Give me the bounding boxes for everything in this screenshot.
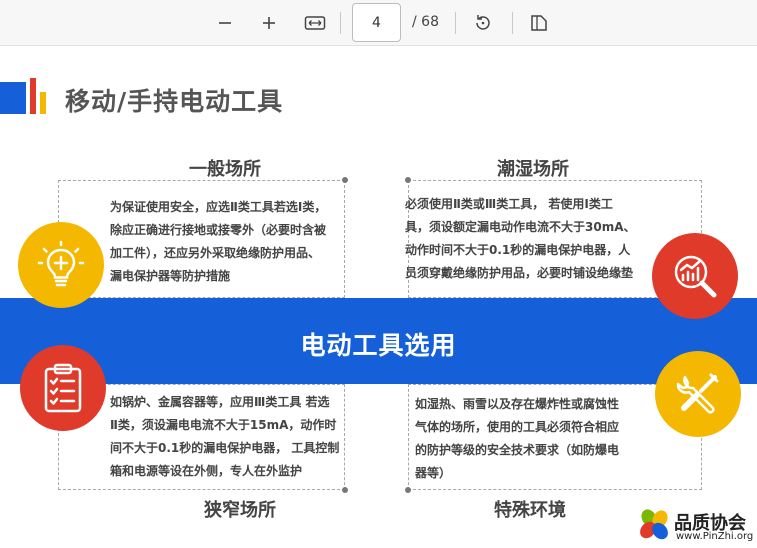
narrow-text: 如锅炉、金属容器等，应用Ⅲ类工具 若选 Ⅱ类，须设漏电电流不大于15mA，动作时… <box>110 395 340 478</box>
checklist-icon <box>44 363 82 413</box>
minus-icon <box>219 22 231 24</box>
page-view-icon <box>531 15 547 31</box>
humid-text: 必须使用Ⅱ类或Ⅲ类工具， 若使用Ⅰ类工 具，须设额定漏电动作电流不大于30mA、… <box>405 197 636 280</box>
connector-dot <box>405 487 411 493</box>
fit-width-button[interactable] <box>300 8 330 38</box>
zoom-in-button[interactable] <box>254 8 284 38</box>
connector-dot <box>342 487 348 493</box>
plus-icon <box>263 17 275 29</box>
pdf-toolbar: / 68 <box>0 0 757 46</box>
connector-dot <box>342 177 348 183</box>
toolbar-divider <box>340 12 341 34</box>
special-text: 如湿热、雨雪以及存在爆炸性或腐蚀性 气体的场所，使用的工具必须符合相应 的防护等… <box>415 397 620 480</box>
page-view-button[interactable] <box>524 8 554 38</box>
petal-logo-icon <box>640 509 668 540</box>
narrow-title: 狭窄场所 <box>204 500 276 521</box>
special-icon-circle <box>655 351 741 437</box>
general-icon-circle <box>18 222 104 308</box>
special-title: 特殊环境 <box>494 500 566 521</box>
chart-magnifier-icon <box>674 255 717 298</box>
title-accent-red <box>30 78 36 114</box>
connector-dot <box>405 177 411 183</box>
rotate-icon <box>476 15 490 30</box>
general-text: 为保证使用安全，应选Ⅱ类工具若选Ⅰ类， 除应正确进行接地或接零外（必要时含被 加… <box>110 200 327 283</box>
page-total: / 68 <box>412 14 439 30</box>
humid-icon-circle <box>652 233 738 319</box>
zoom-out-button[interactable] <box>210 8 240 38</box>
humid-title: 潮湿场所 <box>497 159 569 180</box>
general-title: 一般场所 <box>189 159 261 180</box>
rotate-button[interactable] <box>468 8 498 38</box>
title-accent-yellow <box>40 92 46 114</box>
title-accent-blue <box>0 82 26 114</box>
fit-width-icon <box>304 16 326 30</box>
center-band-title: 电动工具选用 <box>300 331 457 360</box>
lightbulb-plus-icon <box>37 240 85 287</box>
wrench-screwdriver-icon <box>676 373 719 414</box>
toolbar-divider <box>455 12 456 34</box>
toolbar-divider <box>512 12 513 34</box>
narrow-icon-circle <box>20 345 106 431</box>
slide-title: 移动/手持电动工具 <box>65 87 284 116</box>
brand-logo <box>636 506 672 546</box>
page-number-input[interactable] <box>352 3 401 42</box>
brand-url: www.PinZhi.org <box>676 531 754 542</box>
